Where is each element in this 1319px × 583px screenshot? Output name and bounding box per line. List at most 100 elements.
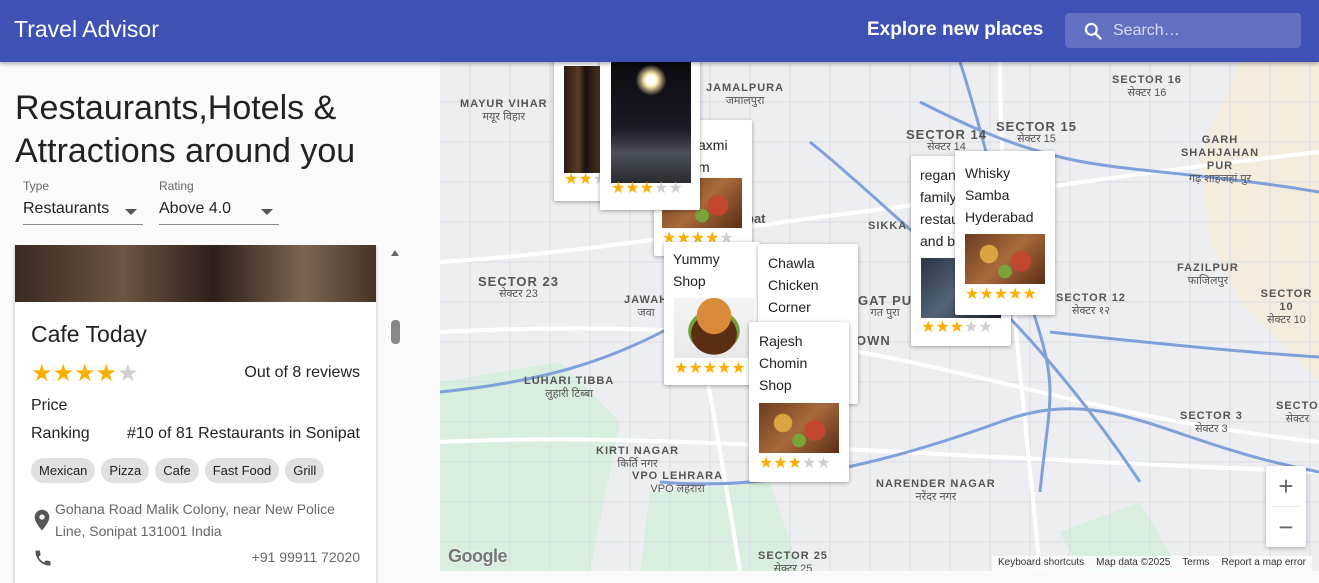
explore-heading: Explore new places xyxy=(867,19,1044,40)
tag-chip: Mexican xyxy=(31,458,96,483)
rating-stars: ★★★★★ xyxy=(759,456,831,472)
chevron-down-icon xyxy=(261,209,273,215)
star-empty-icon: ★ xyxy=(978,319,993,336)
rating-value: Above 4.0 xyxy=(159,200,232,217)
list-panel: Restaurants,Hotels & Attractions around … xyxy=(0,62,440,583)
place-list[interactable]: Cafe Today ★★★★★ Out of 8 reviews Price … xyxy=(0,245,405,583)
star-filled-icon: ★ xyxy=(31,360,53,387)
place-name: Whisky Samba Hyderabad xyxy=(965,165,1034,225)
star-filled-icon: ★ xyxy=(965,286,980,303)
star-filled-icon: ★ xyxy=(993,286,1009,303)
search-box[interactable] xyxy=(1065,13,1301,48)
map-place-pin[interactable]: ★★★★★ xyxy=(554,62,636,201)
scrollbar-thumb[interactable] xyxy=(391,320,400,344)
rating-stars: ★★★★★ xyxy=(965,287,1037,303)
place-photo xyxy=(611,62,691,183)
area-label: SECTOR 16 सेक्टर 16 xyxy=(1112,74,1182,99)
area-label: LUHARI TIBBA लुहारी टिब्बा xyxy=(524,375,615,400)
review-count: Out of 8 reviews xyxy=(244,364,360,381)
area-label: NARENDER NAGAR नरेंदर नगर xyxy=(876,478,996,503)
cuisine-tags: Mexican Pizza Cafe Fast Food Grill xyxy=(31,458,325,483)
star-empty-icon: ★ xyxy=(654,180,669,197)
type-select[interactable]: Restaurants xyxy=(23,195,143,225)
ranking-label: Ranking xyxy=(31,425,90,442)
phone-icon xyxy=(35,550,51,566)
tag-chip: Pizza xyxy=(101,458,150,483)
star-filled-icon: ★ xyxy=(74,360,96,387)
place-address: Gohana Road Malik Colony, near New Polic… xyxy=(55,501,335,539)
rating-stars: ★★★★★ xyxy=(611,181,683,197)
star-filled-icon: ★ xyxy=(787,455,803,472)
star-filled-icon: ★ xyxy=(564,171,579,188)
place-photo xyxy=(15,245,376,302)
place-name: regan family restau and b xyxy=(920,167,959,249)
area-label: SECTOR 15 सेक्टर 15 xyxy=(996,119,1078,145)
place-photo xyxy=(674,298,754,358)
chevron-down-icon xyxy=(125,209,137,215)
place-card[interactable]: Cafe Today ★★★★★ Out of 8 reviews Price … xyxy=(15,245,376,583)
rating-stars: ★★★★★ xyxy=(674,361,746,377)
area-label: FAZILPUR फाजिलपुर xyxy=(1177,262,1239,287)
type-label: Type xyxy=(23,179,50,193)
zoom-control: + − xyxy=(1266,466,1306,547)
map-place-pin[interactable]: ★★★★★ xyxy=(600,62,700,210)
scroll-up-arrow-icon[interactable] xyxy=(391,250,399,256)
area-label: VPO LEHRARA VPO लहरारा xyxy=(632,470,724,495)
place-photo xyxy=(965,234,1045,284)
star-filled-icon: ★ xyxy=(979,286,994,303)
place-photo xyxy=(759,403,839,453)
price-label: Price xyxy=(31,397,68,414)
star-filled-icon: ★ xyxy=(52,360,75,387)
area-label: SECTOR 12 सेक्टर १२ xyxy=(1056,292,1126,317)
star-filled-icon: ★ xyxy=(935,319,950,336)
area-label: SIKKA xyxy=(868,220,908,232)
star-filled-icon: ★ xyxy=(1008,286,1023,303)
place-name: Rajesh Chomin Shop xyxy=(759,333,808,393)
map-place-pin[interactable]: Whisky Samba Hyderabad ★★★★★ xyxy=(955,151,1055,315)
area-label: SECTOR 3 सेक्टर 3 xyxy=(1180,410,1243,435)
keyboard-shortcuts-link[interactable]: Keyboard shortcuts xyxy=(998,557,1084,568)
type-value: Restaurants xyxy=(23,200,110,217)
star-empty-icon: ★ xyxy=(117,360,139,387)
area-label: MAYUR VIHAR मयूर विहार xyxy=(460,98,548,123)
terms-link[interactable]: Terms xyxy=(1182,557,1209,568)
star-filled-icon: ★ xyxy=(921,319,936,336)
tag-chip: Grill xyxy=(285,458,325,483)
star-filled-icon: ★ xyxy=(1022,286,1037,303)
area-label: SECTO सेक्टर xyxy=(1276,400,1319,425)
tag-chip: Cafe xyxy=(155,458,199,483)
area-label: SECTOR 25 सेक्टर 25 xyxy=(758,550,828,571)
ranking-value: #10 of 81 Restaurants in Sonipat xyxy=(126,425,360,442)
zoom-in-button[interactable]: + xyxy=(1266,466,1306,506)
place-phone: +91 99911 72020 xyxy=(251,549,360,565)
star-filled-icon: ★ xyxy=(611,180,626,197)
place-name: Chawla Chicken Corner xyxy=(768,255,819,315)
area-label: SECTOR 10 सेक्टर 10 xyxy=(1260,288,1313,326)
map-place-pin[interactable]: Yummy Shop ★★★★★ xyxy=(664,242,760,385)
star-filled-icon: ★ xyxy=(95,360,118,387)
report-error-link[interactable]: Report a map error xyxy=(1222,557,1306,568)
location-pin-icon xyxy=(34,509,50,531)
star-filled-icon: ★ xyxy=(688,360,703,377)
area-label: GARH SHAHJAHAN PUR गढ़ शाहजहां पुर xyxy=(1180,134,1260,185)
star-filled-icon: ★ xyxy=(625,180,640,197)
star-filled-icon: ★ xyxy=(949,319,965,336)
area-label: KIRTI NAGAR किर्ति नगर xyxy=(596,445,680,470)
place-name: axmi m xyxy=(698,137,728,175)
rating-label: Rating xyxy=(159,179,194,193)
map-place-pin[interactable]: Rajesh Chomin Shop ★★★★★ xyxy=(749,322,849,482)
rating-select[interactable]: Above 4.0 xyxy=(159,195,279,225)
star-empty-icon: ★ xyxy=(964,319,979,336)
star-filled-icon: ★ xyxy=(773,455,788,472)
rating-stars: ★★★★★ xyxy=(31,359,139,388)
zoom-out-button[interactable]: − xyxy=(1266,507,1306,547)
star-filled-icon: ★ xyxy=(717,360,732,377)
area-label: JAMALPURA जमालपुरा xyxy=(706,82,785,107)
star-filled-icon: ★ xyxy=(674,360,689,377)
rating-stars: ★★★★★ xyxy=(921,320,993,336)
type-field: Type Restaurants xyxy=(23,179,143,225)
star-empty-icon: ★ xyxy=(802,455,817,472)
star-empty-icon: ★ xyxy=(668,180,683,197)
search-input[interactable] xyxy=(1113,13,1293,48)
map[interactable]: MAYUR VIHAR मयूर विहार JAMALPURA जमालपुरा … xyxy=(440,62,1319,571)
